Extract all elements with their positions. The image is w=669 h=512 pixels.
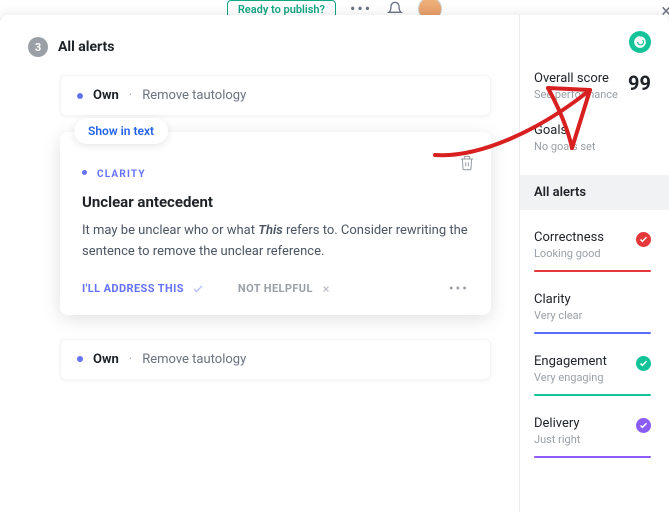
metric-bar (534, 456, 651, 458)
metric-sub: Very clear (534, 309, 651, 322)
sidebar: Overall score See performance 99 Goals N… (519, 15, 669, 512)
expanded-alert: Show in text CLARITY Unclear antecedent … (60, 132, 491, 315)
not-helpful-button[interactable]: NOT HELPFUL (238, 282, 331, 295)
metric-title: Engagement (534, 354, 651, 369)
check-icon (636, 232, 651, 247)
alert-dot-icon (77, 356, 83, 362)
metric-clarity[interactable]: Clarity Very clear (534, 292, 651, 334)
metric-title: Delivery (534, 416, 651, 431)
alert-category: CLARITY (82, 162, 469, 181)
metric-bar (534, 270, 651, 272)
goals-title: Goals (534, 123, 651, 138)
goals-section[interactable]: Goals No goals set (534, 123, 651, 153)
check-icon (636, 356, 651, 371)
grammarly-panel: × 3 All alerts Own · Remove tautology Sh… (0, 15, 669, 512)
alerts-header: 3 All alerts (0, 37, 519, 75)
sidebar-all-alerts[interactable]: All alerts (520, 175, 669, 210)
alert-row[interactable]: Own · Remove tautology (60, 75, 491, 116)
card-more-icon[interactable]: ••• (449, 281, 469, 297)
trash-icon[interactable] (459, 154, 475, 176)
metric-bar (534, 394, 651, 396)
alert-card: CLARITY Unclear antecedent It may be unc… (60, 132, 491, 315)
alerts-main: 3 All alerts Own · Remove tautology Show… (0, 15, 519, 512)
metric-sub: Just right (534, 433, 651, 446)
alert-row[interactable]: Own · Remove tautology (60, 339, 491, 380)
score-sublabel: See performance (534, 88, 618, 101)
metric-sub: Looking good (534, 247, 651, 260)
show-in-text-button[interactable]: Show in text (74, 118, 168, 144)
metric-sub: Very engaging (534, 371, 651, 384)
overall-score[interactable]: Overall score See performance 99 (534, 71, 651, 101)
metric-title: Clarity (534, 292, 651, 307)
alert-word: Own (93, 352, 119, 367)
grammarly-logo-icon[interactable] (629, 31, 651, 53)
metric-correctness[interactable]: Correctness Looking good (534, 230, 651, 272)
score-label: Overall score (534, 71, 618, 86)
address-button[interactable]: I'LL ADDRESS THIS (82, 282, 204, 295)
alert-desc: Remove tautology (142, 88, 246, 103)
alert-dot-icon (77, 93, 83, 99)
alert-separator: · (129, 88, 132, 103)
check-icon (636, 418, 651, 433)
alert-desc: Remove tautology (142, 352, 246, 367)
alert-title: Unclear antecedent (82, 193, 469, 211)
goals-sub: No goals set (534, 140, 651, 153)
score-value: 99 (628, 71, 651, 95)
alert-count-badge: 3 (28, 37, 48, 57)
metric-engagement[interactable]: Engagement Very engaging (534, 354, 651, 396)
metric-bar (534, 332, 651, 334)
category-dot-icon (82, 170, 87, 175)
category-label: CLARITY (97, 169, 146, 180)
alert-word: Own (93, 88, 119, 103)
metric-title: Correctness (534, 230, 651, 245)
metric-delivery[interactable]: Delivery Just right (534, 416, 651, 458)
alert-actions: I'LL ADDRESS THIS NOT HELPFUL ••• (82, 281, 469, 297)
alerts-title: All alerts (58, 39, 114, 55)
alert-separator: · (129, 352, 132, 367)
alert-body: It may be unclear who or what This refer… (82, 221, 469, 263)
